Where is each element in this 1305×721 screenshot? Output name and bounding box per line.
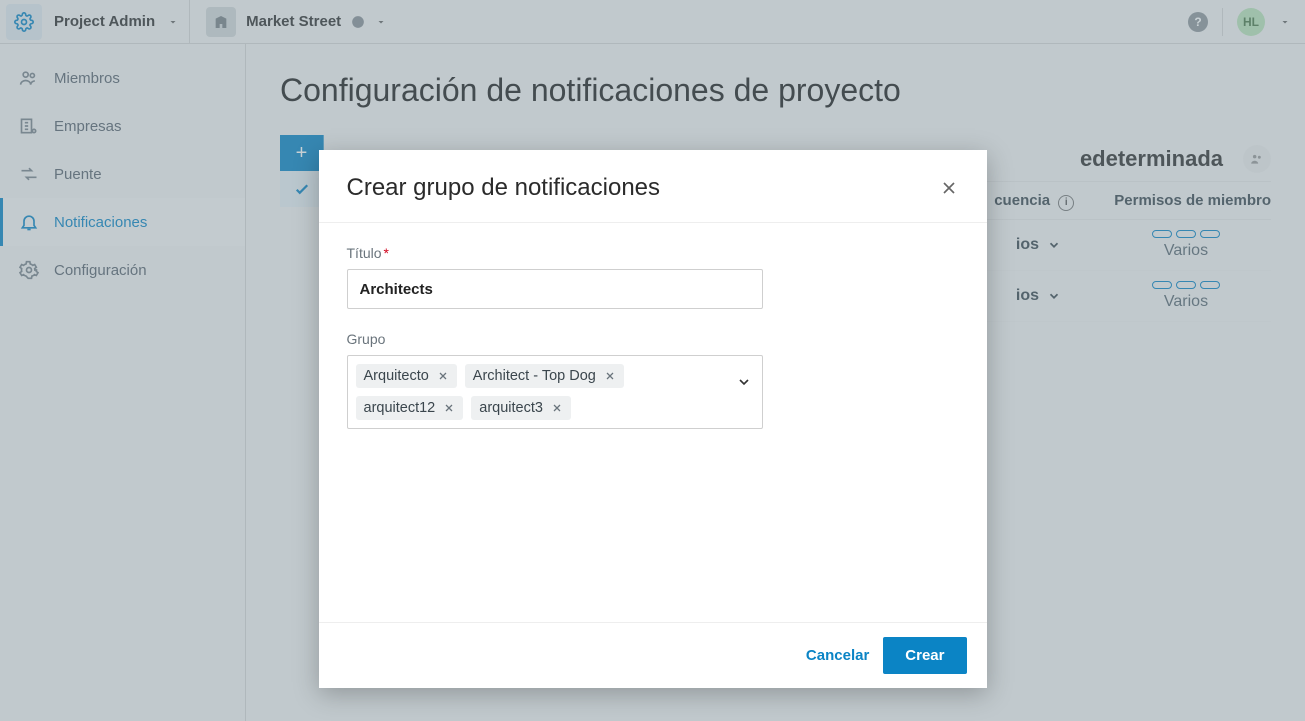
close-button[interactable] bbox=[939, 178, 959, 198]
chip-label: arquitect12 bbox=[364, 400, 436, 416]
group-chip: Arquitecto bbox=[356, 364, 457, 388]
create-group-modal: Crear grupo de notificaciones Título* Gr… bbox=[319, 150, 987, 688]
modal-header: Crear grupo de notificaciones bbox=[319, 150, 987, 223]
group-multiselect[interactable]: Arquitecto Architect - Top Dog arquitect… bbox=[347, 355, 763, 429]
create-button[interactable]: Crear bbox=[883, 637, 966, 674]
chip-remove-icon[interactable] bbox=[443, 402, 455, 414]
modal-footer: Cancelar Crear bbox=[319, 622, 987, 688]
chip-label: Architect - Top Dog bbox=[473, 368, 596, 384]
modal-title: Crear grupo de notificaciones bbox=[347, 174, 661, 202]
chip-remove-icon[interactable] bbox=[604, 370, 616, 382]
cancel-button[interactable]: Cancelar bbox=[806, 647, 869, 664]
title-label: Título* bbox=[347, 245, 959, 261]
group-chip: Architect - Top Dog bbox=[465, 364, 624, 388]
modal-overlay: Crear grupo de notificaciones Título* Gr… bbox=[0, 0, 1305, 721]
group-chip: arquitect12 bbox=[356, 396, 464, 420]
chip-remove-icon[interactable] bbox=[437, 370, 449, 382]
modal-body: Título* Grupo Arquitecto Architect - Top… bbox=[319, 223, 987, 622]
title-input[interactable] bbox=[347, 269, 763, 309]
group-label: Grupo bbox=[347, 331, 959, 347]
chip-remove-icon[interactable] bbox=[551, 402, 563, 414]
chevron-down-icon[interactable] bbox=[736, 374, 752, 390]
chip-label: arquitect3 bbox=[479, 400, 543, 416]
chip-label: Arquitecto bbox=[364, 368, 429, 384]
group-chip: arquitect3 bbox=[471, 396, 571, 420]
close-icon bbox=[939, 178, 959, 198]
